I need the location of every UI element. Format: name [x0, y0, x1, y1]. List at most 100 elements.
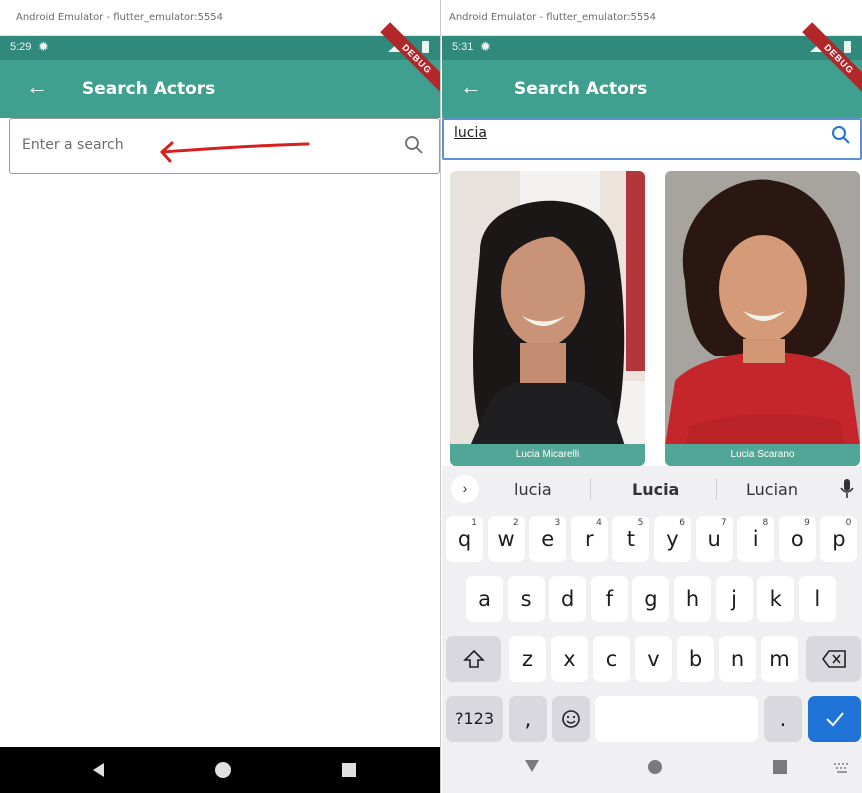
- key-letter: t: [626, 527, 635, 551]
- search-icon[interactable]: [403, 134, 425, 156]
- keyboard-nav-bar: [442, 741, 862, 793]
- key-g[interactable]: g: [632, 576, 670, 622]
- status-time: 5:31: [452, 41, 474, 53]
- back-arrow-icon[interactable]: ←: [460, 75, 482, 99]
- actor-photo: [450, 171, 645, 466]
- actor-name: Lucia Micarelli: [450, 444, 645, 466]
- window-title: Android Emulator - flutter_emulator:5554: [442, 0, 862, 36]
- key-letter: o: [790, 527, 804, 551]
- checkmark-icon: [825, 712, 844, 727]
- key-q[interactable]: q1: [446, 516, 483, 562]
- search-placeholder: Enter a search: [22, 137, 124, 153]
- key-p[interactable]: p0: [820, 516, 858, 562]
- key-s[interactable]: s: [507, 576, 545, 622]
- key-digit-hint: 5: [637, 518, 644, 528]
- key-c[interactable]: c: [593, 636, 630, 682]
- window-title: Android Emulator - flutter_emulator:5554: [0, 0, 440, 36]
- emoji-key[interactable]: [552, 696, 590, 742]
- app-bar: ← Search Actors: [0, 60, 440, 118]
- suggestion-item[interactable]: lucia: [514, 480, 552, 499]
- status-bar: 5:29 ✹: [0, 36, 440, 60]
- symbols-key[interactable]: ?123: [446, 696, 503, 742]
- key-b[interactable]: b: [677, 636, 714, 682]
- key-v[interactable]: v: [635, 636, 672, 682]
- android-nav-bar: [0, 747, 440, 793]
- actor-card[interactable]: Lucia Micarelli: [450, 171, 645, 466]
- key-a[interactable]: a: [466, 576, 503, 622]
- page-title: Search Actors: [514, 79, 648, 99]
- nav-back-icon[interactable]: [90, 761, 108, 779]
- key-digit-hint: 9: [804, 518, 810, 528]
- key-y[interactable]: y6: [654, 516, 691, 562]
- backspace-icon: [821, 650, 846, 668]
- key-letter: e: [541, 527, 555, 551]
- key-f[interactable]: f: [590, 576, 628, 622]
- divider: [716, 478, 717, 500]
- actor-photo: [665, 171, 860, 466]
- key-d[interactable]: d: [549, 576, 587, 622]
- nav-recents-icon[interactable]: [340, 761, 358, 779]
- key-n[interactable]: n: [719, 636, 756, 682]
- search-value: lucia: [454, 125, 487, 141]
- key-e[interactable]: e3: [529, 516, 567, 562]
- key-x[interactable]: x: [551, 636, 588, 682]
- back-arrow-icon[interactable]: ←: [26, 75, 48, 99]
- key-letter: y: [666, 527, 679, 551]
- nav-home-icon[interactable]: [647, 759, 663, 775]
- nav-recents-icon[interactable]: [772, 759, 788, 775]
- settings-gear-icon: ✹: [480, 39, 491, 54]
- key-m[interactable]: m: [761, 636, 798, 682]
- status-time: 5:29: [10, 41, 32, 53]
- shift-key[interactable]: [446, 636, 501, 682]
- key-r[interactable]: r4: [570, 516, 608, 562]
- microphone-icon[interactable]: [840, 478, 854, 500]
- period-key[interactable]: .: [764, 696, 802, 742]
- key-o[interactable]: o9: [778, 516, 816, 562]
- key-j[interactable]: j: [715, 576, 753, 622]
- key-letter: u: [707, 527, 721, 551]
- backspace-key[interactable]: [806, 636, 861, 682]
- right-emulator-screen: Android Emulator - flutter_emulator:5554…: [442, 0, 862, 793]
- status-bar: 5:31 ✹: [442, 36, 862, 60]
- suggestion-item[interactable]: Lucia: [632, 480, 679, 499]
- key-digit-hint: 3: [554, 518, 561, 528]
- key-letter: q: [457, 527, 472, 551]
- nav-home-icon[interactable]: [214, 761, 232, 779]
- suggestion-strip: › lucia Lucia Lucian: [442, 466, 862, 512]
- key-t[interactable]: t5: [612, 516, 650, 562]
- soft-keyboard: › lucia Lucia Lucian q1w2e3r4t5y6u7i8o9p…: [442, 466, 862, 793]
- nav-back-icon[interactable]: [524, 759, 540, 773]
- left-emulator-screen: Android Emulator - flutter_emulator:5554…: [0, 0, 441, 793]
- key-digit-hint: 2: [512, 518, 519, 528]
- actor-card[interactable]: Lucia Scarano: [665, 171, 860, 466]
- key-z[interactable]: z: [509, 636, 546, 682]
- shift-icon: [462, 649, 485, 668]
- search-input[interactable]: lucia: [442, 118, 862, 160]
- key-digit-hint: 8: [762, 518, 769, 528]
- search-icon[interactable]: [830, 124, 852, 146]
- chevron-right-icon[interactable]: ›: [451, 475, 479, 503]
- key-h[interactable]: h: [674, 576, 711, 622]
- space-key[interactable]: [595, 696, 758, 742]
- done-key[interactable]: [808, 696, 861, 742]
- actor-name: Lucia Scarano: [665, 444, 860, 466]
- emoji-icon: [562, 710, 580, 728]
- key-digit-hint: 7: [720, 518, 727, 528]
- divider: [590, 478, 591, 500]
- key-w[interactable]: w2: [487, 516, 525, 562]
- page-title: Search Actors: [82, 79, 216, 99]
- key-digit-hint: 4: [596, 518, 602, 528]
- settings-gear-icon: ✹: [38, 39, 49, 54]
- suggestion-item[interactable]: Lucian: [746, 480, 798, 499]
- key-l[interactable]: l: [798, 576, 836, 622]
- key-k[interactable]: k: [757, 576, 795, 622]
- key-digit-hint: 0: [845, 518, 852, 528]
- red-arrow-annotation: [160, 141, 310, 163]
- comma-key[interactable]: ,: [509, 696, 547, 742]
- keyboard-icon[interactable]: [834, 763, 850, 773]
- key-i[interactable]: i8: [737, 516, 775, 562]
- key-letter: p: [832, 527, 846, 551]
- key-u[interactable]: u7: [695, 516, 733, 562]
- key-letter: i: [752, 527, 759, 551]
- key-digit-hint: 1: [471, 518, 477, 528]
